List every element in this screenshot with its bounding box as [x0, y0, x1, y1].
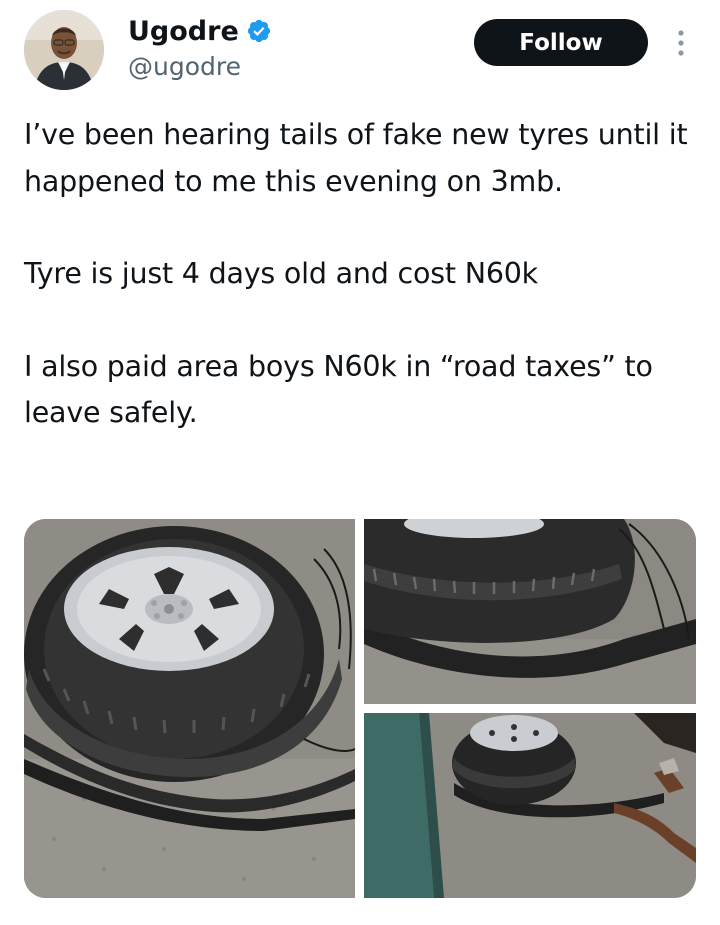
- avatar-photo: [24, 10, 104, 90]
- display-name-row: Ugodre: [128, 14, 272, 48]
- tyre-photo-3[interactable]: [364, 713, 696, 898]
- verified-badge-icon[interactable]: [246, 18, 272, 44]
- media-grid: [24, 519, 696, 898]
- more-options-icon[interactable]: [672, 26, 690, 60]
- author-avatar[interactable]: [24, 10, 104, 90]
- tyre-photo-2[interactable]: [364, 519, 696, 704]
- tweet-paragraph: I also paid area boys N60k in “road taxe…: [24, 349, 662, 430]
- tweet-header: Ugodre @ugodre Follow: [0, 0, 720, 100]
- author-handle[interactable]: @ugodre: [128, 52, 272, 81]
- tyre-photo-1[interactable]: [24, 519, 355, 898]
- tweet-text: I’ve been hearing tails of fake new tyre…: [24, 112, 694, 483]
- author-info: Ugodre @ugodre: [128, 14, 272, 81]
- tweet-paragraph: Tyre is just 4 days old and cost N60k: [24, 257, 538, 290]
- tweet-paragraph: I’ve been hearing tails of fake new tyre…: [24, 118, 697, 198]
- author-display-name[interactable]: Ugodre: [128, 16, 239, 47]
- follow-button[interactable]: Follow: [474, 19, 648, 66]
